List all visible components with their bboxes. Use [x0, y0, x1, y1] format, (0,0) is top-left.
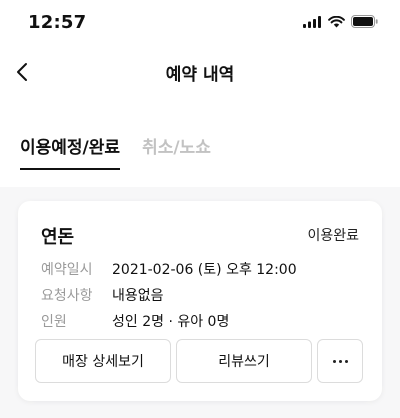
cellular-signal-icon — [303, 15, 321, 28]
status-icons — [303, 15, 378, 28]
status-bar: 12:57 — [0, 0, 400, 46]
reservation-status-badge: 이용완료 — [307, 228, 359, 244]
tab-bar: 이용예정/완료 취소/노쇼 — [20, 133, 211, 170]
store-name: 연돈 — [41, 227, 75, 248]
request-notes-row: 요청사항 내용없음 — [41, 285, 164, 305]
write-review-button[interactable]: 리뷰쓰기 — [176, 339, 312, 383]
reservation-datetime-row: 예약일시 2021-02-06 (토) 오후 12:00 — [41, 259, 297, 279]
field-label: 요청사항 — [41, 288, 93, 304]
field-label: 인원 — [41, 314, 67, 330]
tab-cancelled-noshow[interactable]: 취소/노쇼 — [142, 133, 211, 168]
more-horizontal-icon — [332, 359, 348, 363]
party-size-row: 인원 성인 2명 · 유아 0명 — [41, 311, 229, 331]
page-title: 예약 내역 — [165, 65, 235, 85]
field-label: 예약일시 — [41, 262, 93, 278]
nav-header: 예약 내역 — [0, 46, 400, 98]
battery-icon — [351, 15, 378, 28]
field-value: 내용없음 — [112, 288, 164, 304]
reservation-card: 연돈 이용완료 예약일시 2021-02-06 (토) 오후 12:00 요청사… — [18, 201, 382, 401]
wifi-icon — [328, 15, 345, 27]
screen: 12:57 예약 내역 이용예정/완료 취소/노쇼 연돈 이용완료 예약일시 2… — [0, 0, 400, 418]
top-area: 12:57 예약 내역 이용예정/완료 취소/노쇼 — [0, 0, 400, 187]
store-detail-button[interactable]: 매장 상세보기 — [35, 339, 171, 383]
field-value: 2021-02-06 (토) 오후 12:00 — [112, 262, 297, 278]
tab-upcoming-completed[interactable]: 이용예정/완료 — [20, 133, 121, 170]
field-value: 성인 2명 · 유아 0명 — [112, 314, 230, 330]
status-time: 12:57 — [28, 12, 87, 33]
more-options-button[interactable] — [317, 339, 363, 383]
